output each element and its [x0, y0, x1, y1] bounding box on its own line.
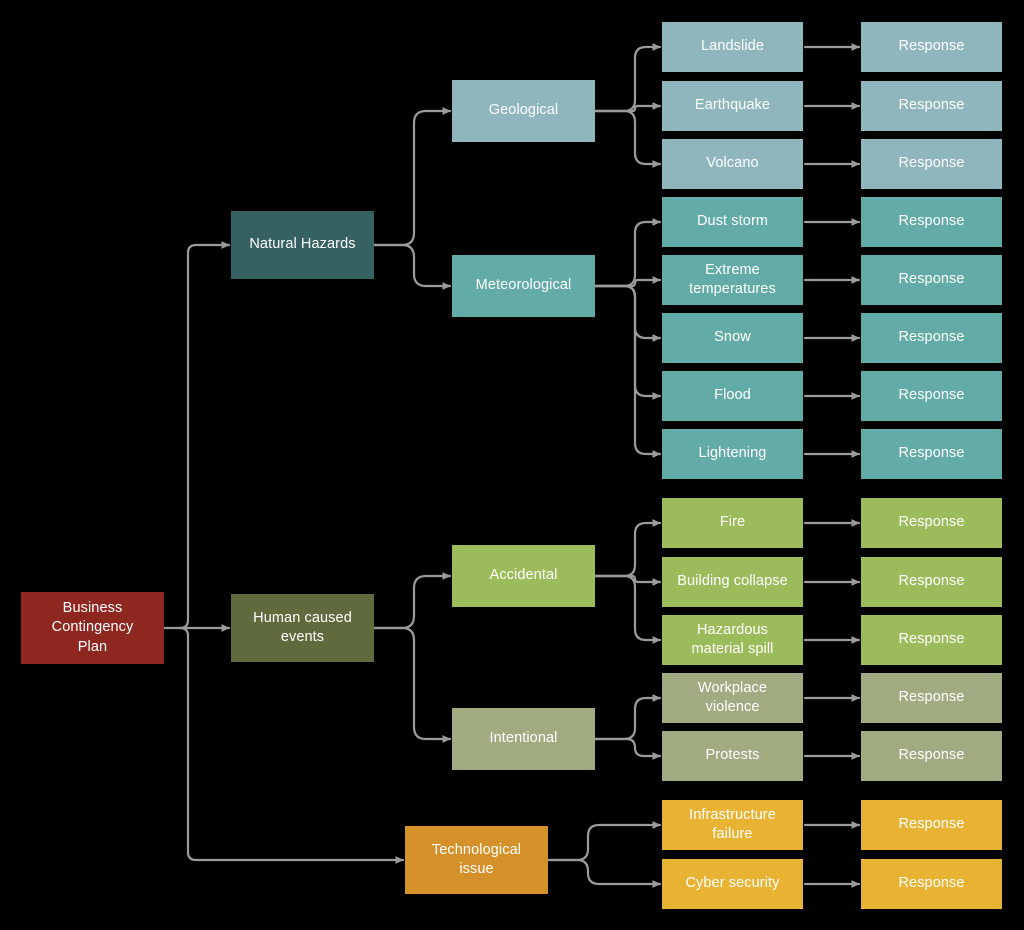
node-leaf-snow[interactable]: Snow — [662, 313, 803, 363]
node-label: Extreme temperatures — [689, 261, 776, 297]
node-response-lightening[interactable]: Response — [861, 429, 1002, 479]
node-label: Flood — [714, 387, 751, 404]
node-label: Response — [898, 514, 965, 531]
node-label: Workplace violence — [697, 679, 768, 715]
node-leaf-infrastructure-failure[interactable]: Infrastructure failure — [662, 800, 803, 850]
node-label: Hazardous material spill — [691, 621, 774, 657]
node-leaf-flood[interactable]: Flood — [662, 371, 803, 421]
node-label: Response — [898, 38, 965, 55]
node-label: Response — [898, 271, 965, 288]
node-leaf-building-collapse[interactable]: Building collapse — [662, 557, 803, 607]
node-meteorological[interactable]: Meteorological — [452, 255, 595, 317]
node-response-dust-storm[interactable]: Response — [861, 197, 1002, 247]
node-label: Earthquake — [694, 97, 771, 114]
node-response-workplace-violence[interactable]: Response — [861, 673, 1002, 723]
node-technological-issue[interactable]: Technological issue — [405, 826, 548, 894]
node-label: Cyber security — [685, 875, 780, 892]
node-leaf-protests[interactable]: Protests — [662, 731, 803, 781]
node-label: Response — [898, 155, 965, 172]
node-response-fire[interactable]: Response — [861, 498, 1002, 548]
node-business-contingency-plan[interactable]: Business Contingency Plan — [21, 592, 164, 664]
diagram-canvas: Business Contingency Plan Natural Hazards G… — [0, 0, 1024, 930]
node-leaf-earthquake[interactable]: Earthquake — [662, 81, 803, 131]
node-response-extreme-temperatures[interactable]: Response — [861, 255, 1002, 305]
node-label: Response — [898, 631, 965, 648]
node-label: Protests — [705, 747, 760, 764]
node-label: Response — [898, 329, 965, 346]
node-label: Response — [898, 573, 965, 590]
node-label: Response — [898, 816, 965, 833]
node-label: Intentional — [489, 730, 558, 747]
node-label: Fire — [719, 514, 746, 531]
node-label: Snow — [714, 329, 751, 346]
node-leaf-lightening[interactable]: Lightening — [662, 429, 803, 479]
node-leaf-dust-storm[interactable]: Dust storm — [662, 197, 803, 247]
node-leaf-cyber-security[interactable]: Cyber security — [662, 859, 803, 909]
node-label: Response — [898, 445, 965, 462]
node-response-snow[interactable]: Response — [861, 313, 1002, 363]
node-leaf-extreme-temperatures[interactable]: Extreme temperatures — [662, 255, 803, 305]
node-label: Infrastructure failure — [689, 806, 776, 842]
node-label: Natural Hazards — [249, 236, 356, 253]
node-label: Landslide — [701, 38, 764, 55]
node-label: Response — [898, 213, 965, 230]
node-label: Accidental — [489, 567, 558, 584]
node-leaf-hazardous-material-spill[interactable]: Hazardous material spill — [662, 615, 803, 665]
node-response-infrastructure-failure[interactable]: Response — [861, 800, 1002, 850]
node-intentional[interactable]: Intentional — [452, 708, 595, 770]
node-response-flood[interactable]: Response — [861, 371, 1002, 421]
node-accidental[interactable]: Accidental — [452, 545, 595, 607]
node-label: Dust storm — [696, 213, 769, 230]
node-leaf-fire[interactable]: Fire — [662, 498, 803, 548]
node-response-earthquake[interactable]: Response — [861, 81, 1002, 131]
node-response-protests[interactable]: Response — [861, 731, 1002, 781]
node-label: Response — [898, 387, 965, 404]
node-label: Meteorological — [475, 277, 572, 294]
node-leaf-workplace-violence[interactable]: Workplace violence — [662, 673, 803, 723]
node-label: Response — [898, 97, 965, 114]
node-label: Technological issue — [431, 841, 522, 877]
node-response-landslide[interactable]: Response — [861, 22, 1002, 72]
node-leaf-landslide[interactable]: Landslide — [662, 22, 803, 72]
node-response-hazardous-material-spill[interactable]: Response — [861, 615, 1002, 665]
node-label: Business Contingency Plan — [51, 600, 134, 655]
node-label: Response — [898, 875, 965, 892]
node-natural-hazards[interactable]: Natural Hazards — [231, 211, 374, 279]
node-geological[interactable]: Geological — [452, 80, 595, 142]
node-label: Volcano — [706, 155, 759, 172]
node-label: Geological — [488, 102, 559, 119]
node-label: Lightening — [698, 445, 767, 462]
node-leaf-volcano[interactable]: Volcano — [662, 139, 803, 189]
node-human-caused-events[interactable]: Human caused events — [231, 594, 374, 662]
node-label: Human caused events — [253, 609, 352, 645]
node-response-cyber-security[interactable]: Response — [861, 859, 1002, 909]
node-label: Response — [898, 747, 965, 764]
node-label: Building collapse — [677, 573, 788, 590]
node-response-volcano[interactable]: Response — [861, 139, 1002, 189]
node-response-building-collapse[interactable]: Response — [861, 557, 1002, 607]
node-label: Response — [898, 689, 965, 706]
